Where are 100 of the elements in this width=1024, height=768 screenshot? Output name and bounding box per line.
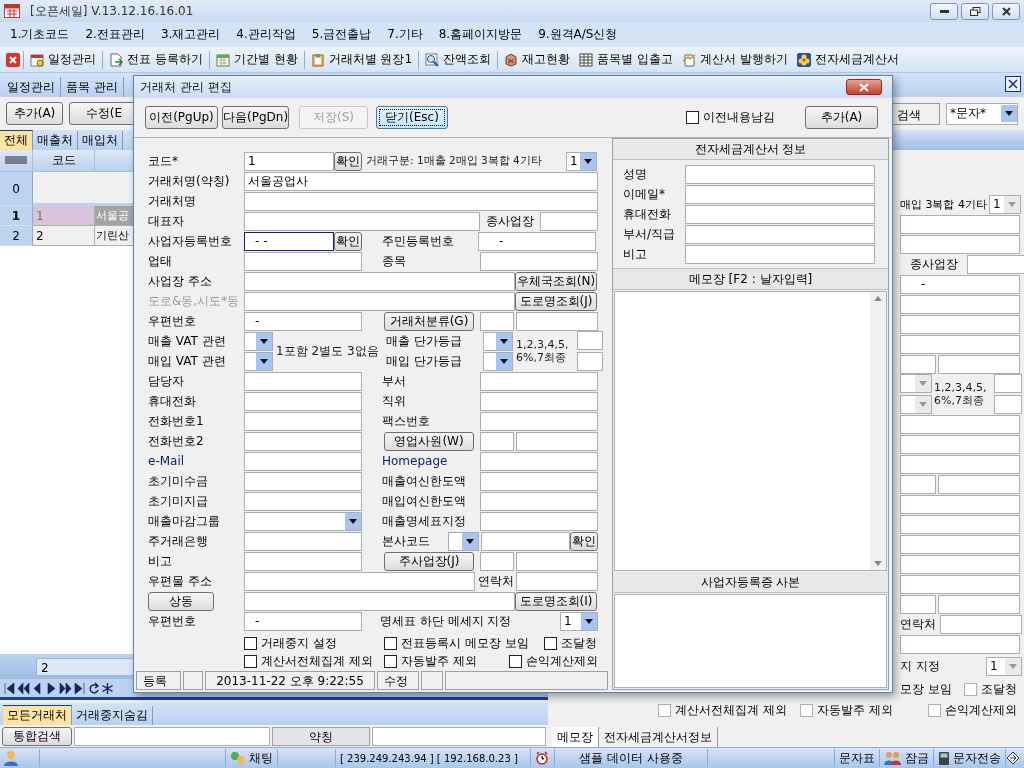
text-field[interactable] bbox=[480, 471, 598, 491]
column-header[interactable]: 코드 bbox=[33, 150, 95, 172]
toolbar-button[interactable]: 기간별 현황 bbox=[212, 48, 301, 71]
checkbox[interactable]: 조달청 bbox=[544, 635, 597, 653]
text-field[interactable] bbox=[900, 434, 1020, 454]
text-field[interactable]: 1 bbox=[244, 151, 334, 171]
refresh-button[interactable] bbox=[87, 681, 100, 695]
toolbar-button[interactable]: 품목별 입출고 bbox=[576, 48, 676, 71]
text-field[interactable] bbox=[516, 431, 598, 451]
text-field[interactable] bbox=[244, 451, 362, 471]
text-field[interactable] bbox=[685, 244, 875, 264]
text-field[interactable] bbox=[577, 331, 603, 350]
lock-button[interactable]: 잠금 bbox=[880, 749, 934, 767]
toolbar-button[interactable]: 전표 등록하기 bbox=[106, 48, 206, 71]
text-field[interactable] bbox=[516, 571, 598, 591]
button[interactable]: 확인 bbox=[334, 151, 362, 171]
scroll-down-icon[interactable] bbox=[874, 561, 882, 566]
button[interactable]: 닫기(Esc) bbox=[376, 106, 448, 129]
tab[interactable]: 품목 관리 bbox=[61, 77, 124, 97]
button[interactable]: 확인 bbox=[570, 531, 598, 551]
text-field[interactable] bbox=[244, 591, 515, 611]
text-field[interactable] bbox=[244, 431, 362, 451]
text-field[interactable] bbox=[900, 514, 1020, 534]
text-field[interactable] bbox=[900, 534, 1020, 554]
text-field[interactable] bbox=[244, 471, 362, 491]
menu-item[interactable]: 4.관리작업 bbox=[228, 26, 304, 43]
menu-item[interactable]: 8.홈페이지방문 bbox=[430, 26, 531, 43]
text-field[interactable] bbox=[480, 431, 514, 451]
text-field[interactable] bbox=[480, 311, 514, 331]
toolbar-button[interactable]: 계산서 발행하기 bbox=[678, 48, 791, 71]
dropdown[interactable] bbox=[448, 531, 479, 551]
text-field[interactable] bbox=[938, 474, 1020, 494]
text-field[interactable] bbox=[372, 726, 546, 746]
checkbox[interactable]: 자동발주 제외 bbox=[800, 701, 928, 719]
text-field[interactable] bbox=[938, 354, 1020, 374]
text-field[interactable] bbox=[900, 354, 936, 374]
text-field[interactable] bbox=[244, 271, 515, 291]
button[interactable]: 이전(PgUp) bbox=[145, 106, 218, 129]
checkbox[interactable]: 이전내용남김 bbox=[686, 109, 775, 126]
checkbox[interactable]: 계산서전체집계 제외 bbox=[658, 701, 800, 719]
text-field[interactable] bbox=[900, 554, 1020, 574]
toolbar-button[interactable]: 잔액조회 bbox=[422, 48, 495, 71]
scrollbar[interactable] bbox=[870, 292, 886, 570]
menu-item[interactable]: 5.금전출납 bbox=[303, 26, 380, 43]
text-field[interactable] bbox=[516, 311, 598, 331]
dropdown[interactable] bbox=[483, 331, 513, 351]
close-button[interactable] bbox=[846, 79, 882, 95]
text-field[interactable] bbox=[900, 314, 1020, 334]
prev-page-button[interactable] bbox=[17, 681, 30, 695]
dropdown[interactable] bbox=[244, 331, 273, 351]
text-field[interactable]: 서울공업사 bbox=[244, 171, 598, 191]
text-field[interactable] bbox=[244, 531, 362, 551]
text-field[interactable] bbox=[244, 371, 362, 391]
button[interactable]: 확인 bbox=[334, 231, 362, 251]
text-field[interactable] bbox=[540, 211, 598, 231]
text-field[interactable] bbox=[994, 395, 1022, 414]
dropdown[interactable] bbox=[244, 351, 273, 371]
text-field[interactable] bbox=[685, 204, 875, 224]
tab[interactable]: 일정관리 bbox=[2, 77, 61, 97]
add-button[interactable]: 추가(A) bbox=[6, 102, 63, 125]
text-field[interactable]: - - bbox=[244, 231, 334, 251]
tab[interactable]: 전체 bbox=[0, 130, 33, 150]
chat-button[interactable]: 채팅 bbox=[226, 749, 278, 767]
checkbox[interactable]: 전표등록시 메모장 보임 bbox=[384, 635, 544, 653]
text-field[interactable] bbox=[900, 454, 1020, 474]
text-field[interactable] bbox=[685, 224, 875, 244]
message-send-button[interactable]: 문자전송 bbox=[934, 749, 1006, 767]
text-field[interactable] bbox=[900, 474, 936, 494]
text-field[interactable] bbox=[900, 334, 1020, 354]
text-field[interactable] bbox=[900, 294, 1020, 314]
text-field[interactable] bbox=[480, 451, 598, 471]
text-field[interactable]: - bbox=[900, 274, 1020, 294]
prev-button[interactable] bbox=[31, 681, 44, 695]
tab[interactable]: 거래중지숨김 bbox=[72, 706, 153, 725]
dropdown[interactable]: 1 bbox=[989, 194, 1021, 214]
close-button[interactable] bbox=[1005, 76, 1021, 92]
toolbar-button[interactable]: 재고현황 bbox=[501, 48, 574, 71]
text-field[interactable] bbox=[480, 371, 598, 391]
text-field[interactable] bbox=[900, 574, 1020, 594]
menu-item[interactable]: 2.전표관리 bbox=[77, 26, 153, 43]
text-field[interactable] bbox=[244, 211, 480, 231]
text-field[interactable]: - bbox=[244, 311, 362, 331]
text-field[interactable] bbox=[994, 374, 1022, 393]
text-field[interactable] bbox=[244, 571, 475, 591]
button[interactable]: 도로명조회(I) bbox=[515, 591, 597, 611]
text-field[interactable] bbox=[900, 594, 936, 614]
text-field[interactable]: - bbox=[244, 611, 362, 631]
close-icon[interactable] bbox=[6, 52, 20, 67]
text-field[interactable] bbox=[480, 251, 598, 271]
button[interactable]: 다음(PgDn) bbox=[222, 106, 289, 129]
checkbox[interactable]: 자동발주 제외 bbox=[384, 653, 509, 670]
button[interactable]: 거래처분류(G) bbox=[384, 311, 474, 331]
next-button[interactable] bbox=[45, 681, 58, 695]
menu-item[interactable]: 3.재고관리 bbox=[152, 26, 229, 43]
minimize-button[interactable] bbox=[930, 2, 958, 20]
next-page-button[interactable] bbox=[59, 681, 72, 695]
tab[interactable]: 모든거래처 bbox=[3, 705, 72, 725]
text-field[interactable] bbox=[938, 594, 1020, 614]
scroll-up-icon[interactable] bbox=[874, 296, 882, 301]
toolbar-button[interactable]: 전자세금계산서 bbox=[793, 48, 902, 71]
